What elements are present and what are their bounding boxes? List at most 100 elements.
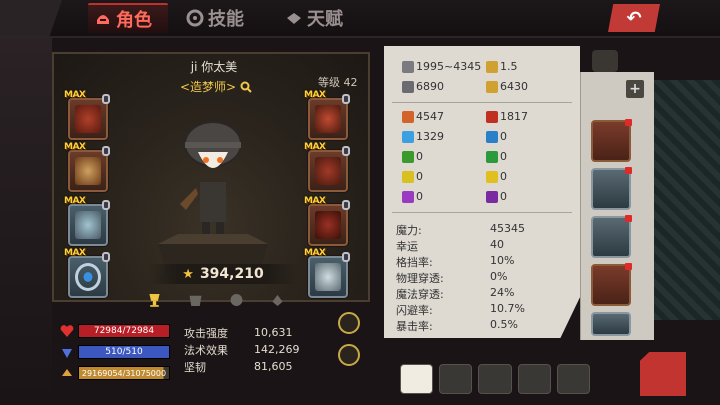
top-bar: 角色 技能 天赋 ↶ (0, 0, 720, 38)
cape-gear-icon (315, 105, 341, 133)
inventory-item[interactable] (591, 263, 632, 306)
equip-slot-belt[interactable]: MAX (304, 142, 350, 192)
character-level: 等级 42 (318, 76, 358, 89)
power-value: 394,210 (199, 266, 264, 282)
atom-icon[interactable] (338, 344, 360, 366)
elem-stat: 4547 (402, 110, 444, 123)
mp-row: 510/510 (60, 343, 170, 361)
attribute-icon[interactable] (338, 312, 360, 334)
stat-row: 法术效果 142,269 (184, 341, 334, 358)
tab-character[interactable]: 角色 (88, 3, 168, 33)
elem-stat: 1817 (486, 110, 528, 123)
equip-slot-armor[interactable]: MAX (64, 142, 110, 192)
lock-icon (102, 252, 110, 262)
stat-magic-value: 6430 (500, 80, 528, 93)
inventory-item[interactable] (591, 215, 632, 258)
equip-slot-weapon[interactable]: MAX (304, 248, 350, 298)
elem-stat: 0 (486, 190, 507, 203)
stat-value: 10,631 (254, 326, 293, 339)
inventory-item[interactable] (591, 312, 631, 336)
return-button[interactable]: ↶ (608, 4, 660, 32)
power-rating: ★ 394,210 (148, 264, 298, 284)
shield-icon (402, 80, 414, 93)
armor-gear-icon (75, 157, 101, 185)
equip-slot-boots[interactable]: MAX (304, 196, 350, 246)
bag-tab-materials[interactable] (439, 364, 473, 394)
lock-icon (342, 146, 350, 156)
tab-skills[interactable]: 技能 (186, 3, 244, 33)
max-badge: MAX (304, 248, 326, 258)
equip-slot-ring[interactable]: MAX (64, 248, 110, 298)
helmet-icon (97, 15, 109, 24)
detail-row: 魔力: 45345 (396, 222, 566, 238)
inventory-item[interactable] (591, 167, 632, 210)
tab-character-label: 角色 (116, 10, 152, 31)
side-icons (338, 312, 362, 376)
elem-stat: 0 (486, 170, 507, 183)
flame-orange-icon (402, 110, 414, 123)
boots-gear-icon (315, 211, 341, 239)
equip-slot-gloves[interactable]: MAX (64, 196, 110, 246)
detail-value: 10% (490, 254, 515, 267)
stat-label: 攻击强度 (184, 326, 228, 340)
ring-gear-icon (75, 263, 101, 291)
character-name: ji 你太美 (190, 60, 238, 74)
sword-icon (402, 60, 414, 73)
character-title-text: <造梦师> (180, 80, 237, 94)
detail-label: 闪避率: (396, 304, 433, 317)
bag-tab-potions[interactable] (478, 364, 512, 394)
stat-row: 坚韧 81,605 (184, 358, 334, 375)
tab-talents-label: 天赋 (307, 9, 343, 30)
search-icon[interactable] (240, 81, 252, 93)
xp-row: 29169054/31075000 (60, 364, 170, 382)
elem-value: 0 (500, 170, 507, 183)
trash-icon[interactable] (592, 50, 618, 72)
hp-bar: 72984/72984 (78, 324, 170, 338)
max-badge: MAX (304, 142, 326, 152)
pet-icon[interactable] (269, 290, 286, 310)
lock-icon (102, 94, 110, 104)
stat-attack-value: 1995~4345 (416, 60, 482, 73)
elem-value: 1817 (500, 110, 528, 123)
lock-icon (342, 94, 350, 104)
equip-slot-cape[interactable]: MAX (304, 90, 350, 140)
elem-stat: 1329 (402, 130, 444, 143)
mask-icon[interactable] (228, 290, 245, 310)
bag-tab-herbs[interactable] (517, 364, 551, 394)
lock-icon (102, 146, 110, 156)
detail-value: 0% (490, 270, 508, 283)
tab-talents[interactable]: 天赋 (285, 3, 343, 33)
max-badge: MAX (304, 196, 326, 206)
talent-wings-icon (287, 13, 301, 24)
back-button[interactable] (0, 0, 62, 36)
heart-icon (60, 325, 74, 337)
max-badge: MAX (64, 142, 86, 152)
character-title[interactable]: <造梦师> (180, 78, 252, 95)
elem-value: 0 (416, 190, 423, 203)
elem-value: 4547 (416, 110, 444, 123)
stats-card: 1995~4345 1.5 6890 6430 4547 1817 1329 0… (384, 46, 580, 338)
detail-label: 魔力: (396, 224, 422, 237)
bag-tab-equipment[interactable] (400, 364, 434, 394)
trophy-icon[interactable] (146, 290, 163, 310)
inventory-panel (580, 72, 654, 340)
bag-tab-misc[interactable] (556, 364, 591, 394)
armor-set-icon[interactable] (187, 290, 204, 310)
detail-row: 暴击率: 0.5% (396, 318, 566, 334)
stat-speed-value: 1.5 (500, 60, 518, 73)
stat-defense: 6890 (402, 80, 444, 93)
equip-slot-helmet[interactable]: MAX (64, 90, 110, 140)
detail-label: 物理穿透: (396, 272, 444, 285)
max-badge: MAX (64, 196, 86, 206)
elem-value: 0 (416, 170, 423, 183)
detail-label: 暴击率: (396, 320, 433, 333)
menu-corner-button[interactable] (640, 352, 686, 396)
hp-row: 72984/72984 (60, 322, 170, 340)
inventory-item[interactable] (591, 119, 632, 162)
gloves-gear-icon (75, 211, 101, 239)
elem-value: 1329 (416, 130, 444, 143)
elem-value: 0 (500, 190, 507, 203)
elem-stat: 0 (402, 170, 423, 183)
add-icon[interactable]: + (626, 80, 644, 98)
lock-icon (342, 200, 350, 210)
